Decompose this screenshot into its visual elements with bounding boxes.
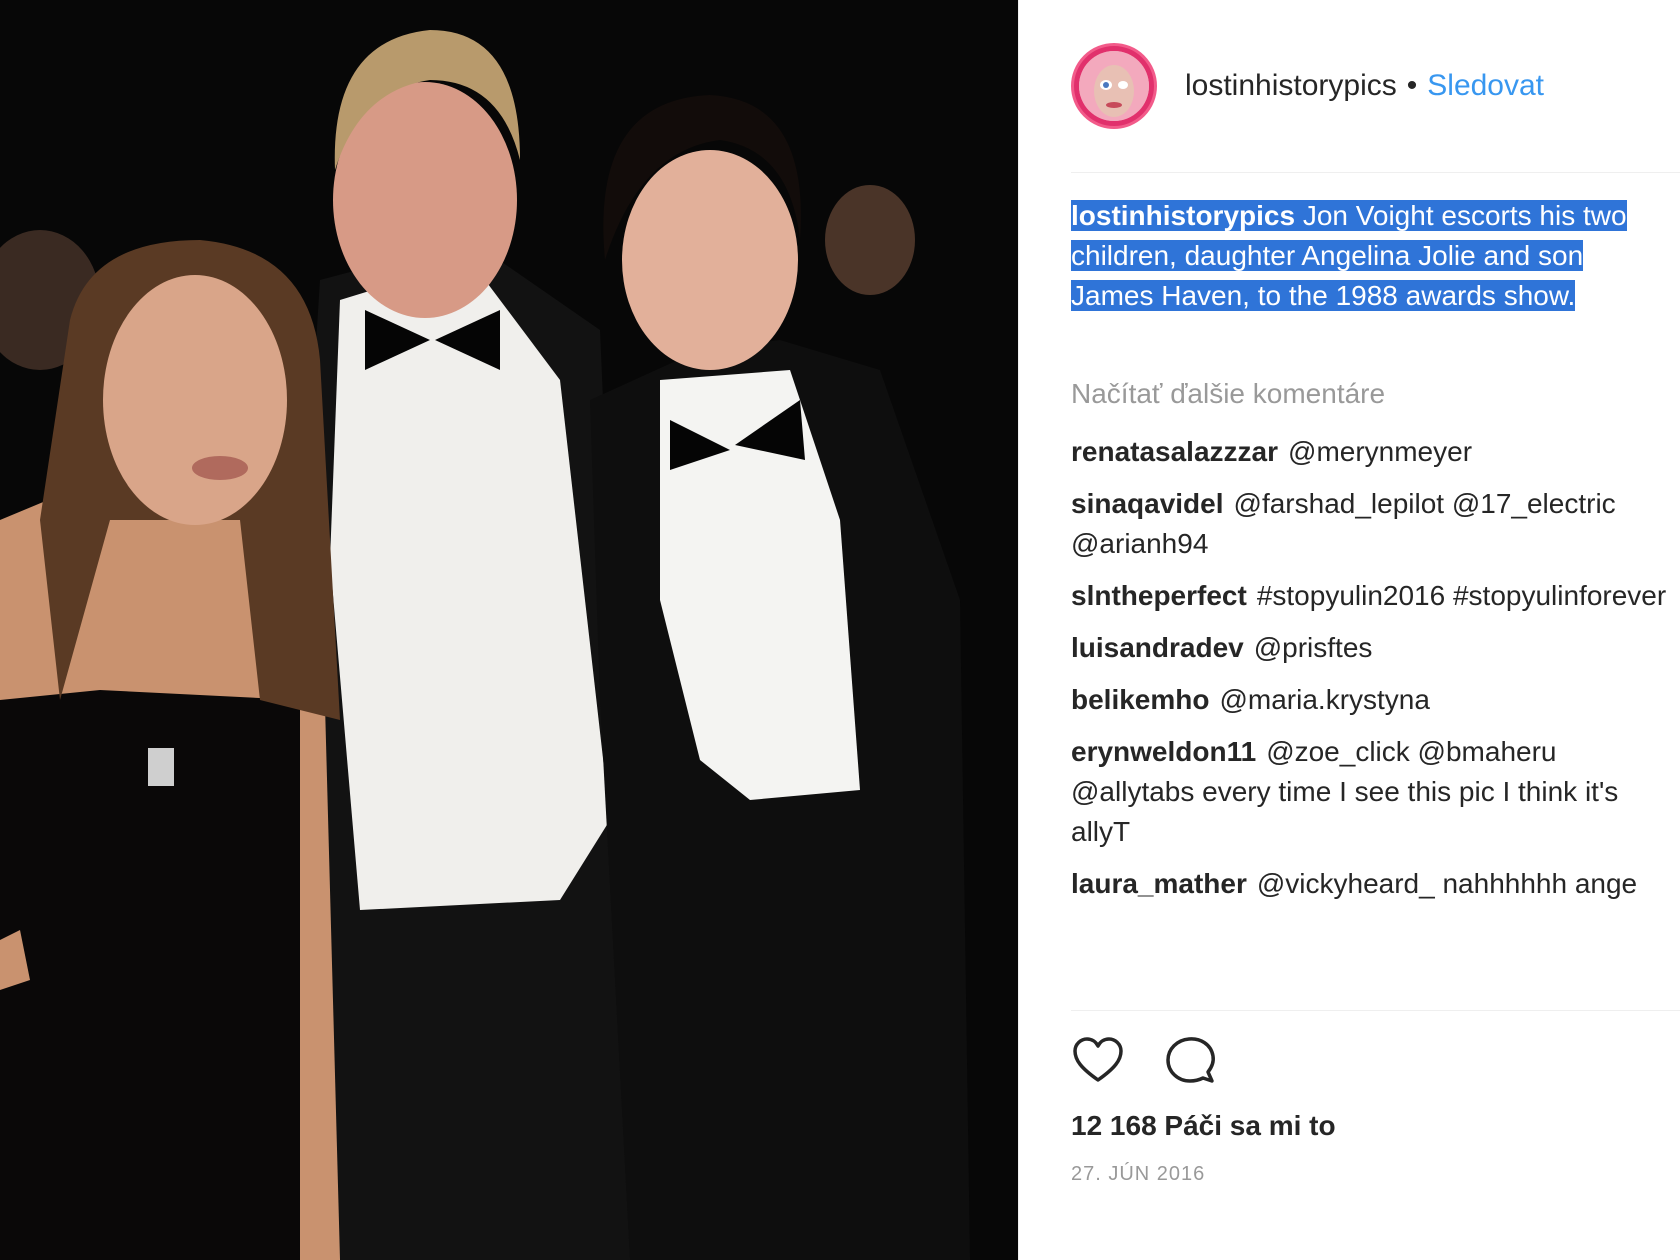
post-header: lostinhistorypics • Sledovat [1071, 40, 1680, 132]
heart-icon[interactable] [1071, 1034, 1125, 1088]
actions-divider [1071, 1010, 1680, 1011]
post-caption: lostinhistorypics Jon Voight escorts his… [1071, 196, 1651, 316]
comments-list: renatasalazzzar @merynmeyer sinaqavidel @f… [1071, 432, 1671, 916]
comment-username[interactable]: slntheperfect [1071, 580, 1247, 611]
separator-dot: • [1406, 69, 1418, 102]
likes-count[interactable]: 12 168 Páči sa mi to [1071, 1110, 1336, 1142]
caption-username[interactable]: lostinhistorypics [1071, 200, 1296, 231]
avatar[interactable] [1071, 43, 1157, 129]
post-photo [0, 0, 1018, 1260]
comment: luisandradev @prisftes [1071, 628, 1671, 668]
comment-username[interactable]: laura_mather [1071, 868, 1247, 899]
comment-text: @merynmeyer [1288, 436, 1473, 467]
post-panel: lostinhistorypics • Sledovat lostinhisto… [1018, 0, 1680, 1260]
action-bar [1071, 1034, 1680, 1094]
follow-button[interactable]: Sledovat [1427, 69, 1544, 103]
comment-text: @maria.krystyna [1219, 684, 1430, 715]
comment-text: @vickyheard_ nahhhhhh ange [1256, 868, 1638, 899]
comment-username[interactable]: renatasalazzzar [1071, 436, 1278, 467]
comment: sinaqavidel @farshad_lepilot @17_electric… [1071, 484, 1671, 564]
comment-username[interactable]: erynweldon11 [1071, 736, 1256, 767]
avatar-image [1079, 51, 1149, 121]
header-divider [1071, 172, 1680, 173]
comment-username[interactable]: luisandradev [1071, 632, 1244, 663]
comment-username[interactable]: belikemho [1071, 684, 1209, 715]
post-image [0, 0, 1018, 1260]
comment-icon[interactable] [1163, 1034, 1217, 1088]
post-username[interactable]: lostinhistorypics [1185, 69, 1397, 103]
comment: laura_mather @vickyheard_ nahhhhhh ange [1071, 864, 1671, 904]
comment-text: @prisftes [1253, 632, 1373, 663]
comment-text: #stopyulin2016 #stopyulinforever [1256, 580, 1667, 611]
load-more-comments-button[interactable]: Načítať ďalšie komentáre [1071, 378, 1385, 410]
post-date: 27. JÚN 2016 [1071, 1163, 1206, 1185]
comment-username[interactable]: sinaqavidel [1071, 488, 1224, 519]
comment: slntheperfect #stopyulin2016 #stopyulinfo… [1071, 576, 1671, 616]
comment: belikemho @maria.krystyna [1071, 680, 1671, 720]
comment: renatasalazzzar @merynmeyer [1071, 432, 1671, 472]
comment: erynweldon11 @zoe_click @bmaheru @allytab… [1071, 732, 1671, 852]
